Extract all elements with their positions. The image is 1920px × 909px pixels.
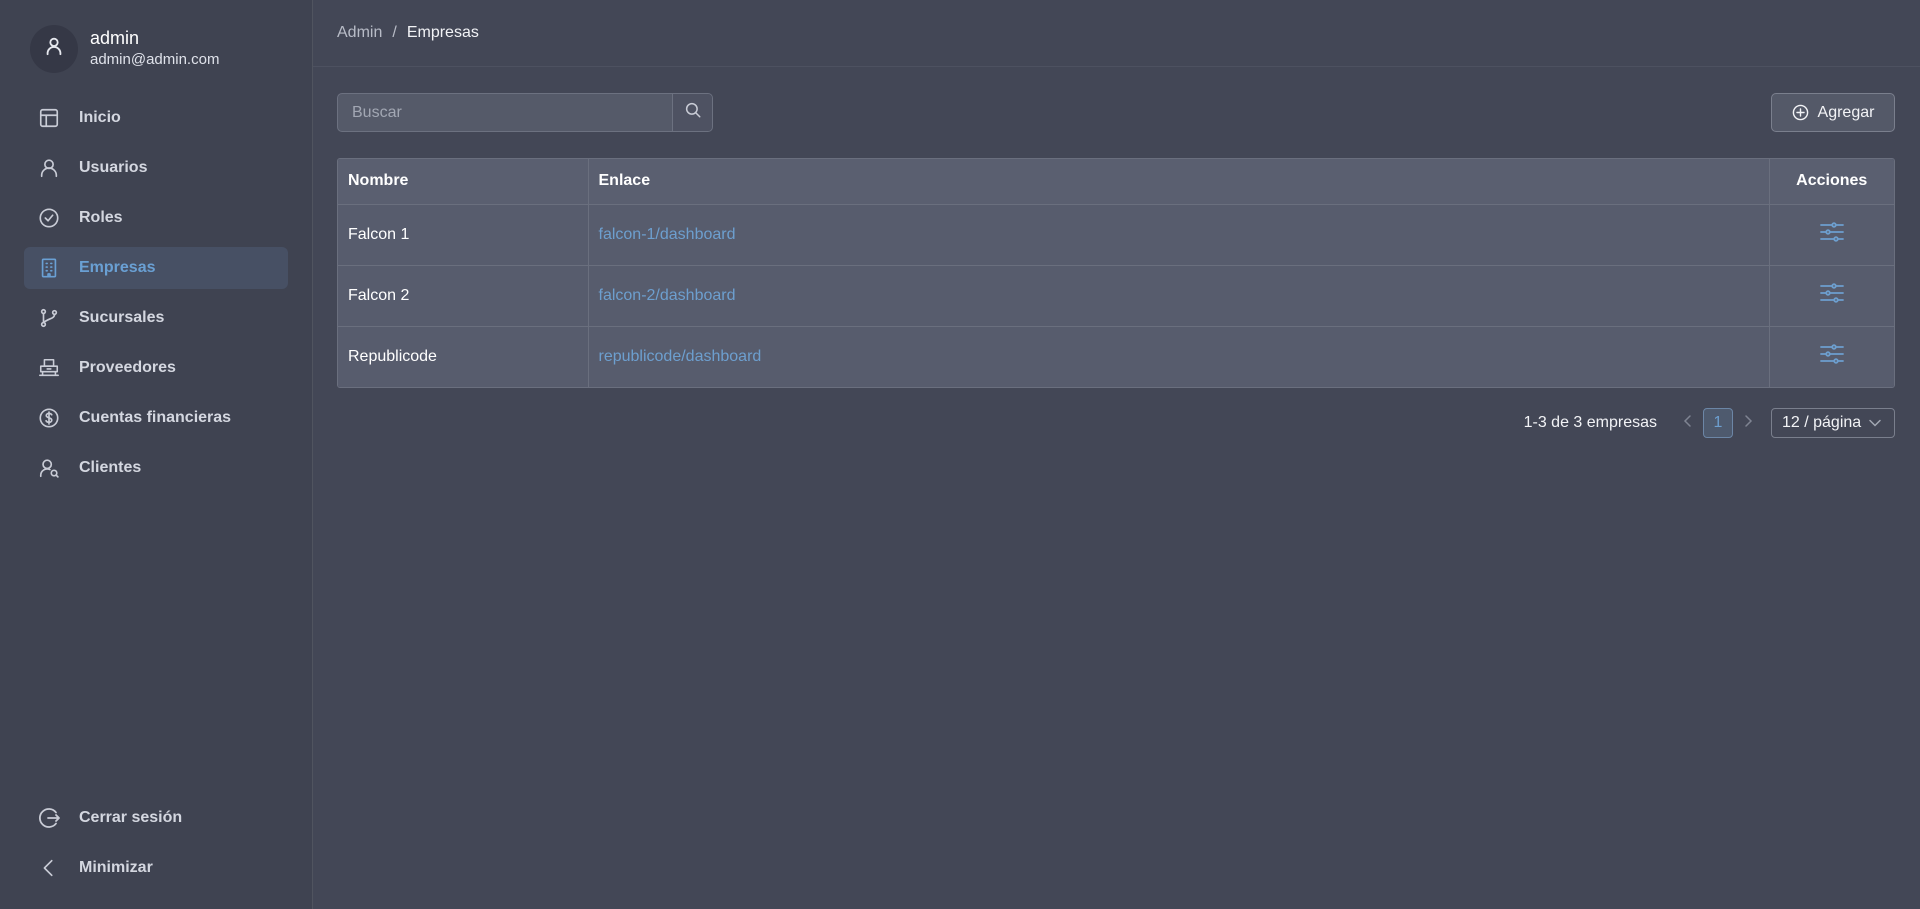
- sidebar-item-sucursales[interactable]: Sucursales: [24, 297, 288, 339]
- companies-table: Nombre Enlace Acciones Falcon 1 falcon-1…: [337, 158, 1895, 388]
- user-email: admin@admin.com: [90, 51, 220, 68]
- page-button-current[interactable]: 1: [1703, 408, 1733, 438]
- sidebar-item-usuarios[interactable]: Usuarios: [24, 147, 288, 189]
- git-branch-icon: [37, 306, 61, 330]
- minimize-button[interactable]: Minimizar: [24, 847, 288, 889]
- sidebar-item-label: Roles: [79, 209, 123, 226]
- search-input[interactable]: [338, 94, 673, 131]
- cell-nombre: Falcon 2: [338, 264, 589, 326]
- cell-nombre: Republicode: [338, 325, 589, 387]
- cell-enlace-link[interactable]: falcon-2/dashboard: [588, 264, 1770, 326]
- chevron-left-icon: [37, 856, 61, 880]
- next-page-button[interactable]: [1737, 414, 1759, 433]
- cell-enlace-link[interactable]: falcon-1/dashboard: [588, 203, 1770, 265]
- prev-page-button[interactable]: [1677, 414, 1699, 433]
- pagination-summary: 1-3 de 3 empresas: [1523, 414, 1657, 431]
- table-row: Republicode republicode/dashboard: [338, 325, 1894, 387]
- cell-acciones: [1769, 325, 1894, 387]
- add-button-label: Agregar: [1817, 103, 1875, 121]
- user-icon: [43, 35, 65, 62]
- cell-acciones: [1769, 203, 1894, 265]
- logout-icon: [37, 806, 61, 830]
- breadcrumb-separator: /: [392, 24, 397, 41]
- sidebar-bottom: Cerrar sesión Minimizar: [0, 797, 312, 897]
- column-header-nombre[interactable]: Nombre: [338, 159, 589, 204]
- sidebar-item-roles[interactable]: Roles: [24, 197, 288, 239]
- breadcrumb-root[interactable]: Admin: [337, 24, 382, 42]
- column-header-acciones: Acciones: [1769, 159, 1894, 204]
- table-row: Falcon 1 falcon-1/dashboard: [338, 203, 1894, 265]
- cell-nombre: Falcon 1: [338, 203, 589, 265]
- sidebar-item-label: Inicio: [79, 109, 121, 126]
- sidebar-item-label: Empresas: [79, 259, 156, 276]
- cell-acciones: [1769, 264, 1894, 326]
- page-size-select[interactable]: 12 / página: [1771, 408, 1895, 438]
- breadcrumb: Admin / Empresas: [313, 0, 1920, 67]
- user-profile: admin admin@admin.com: [0, 0, 312, 73]
- chevron-left-icon: [1683, 414, 1691, 427]
- search-box: [337, 93, 713, 132]
- chevron-down-icon: [1869, 419, 1881, 427]
- building-icon: [37, 256, 61, 280]
- user-icon: [37, 156, 61, 180]
- clients-icon: [37, 456, 61, 480]
- sidebar: admin admin@admin.com Inicio Usuarios Ro…: [0, 0, 313, 909]
- column-header-enlace[interactable]: Enlace: [588, 159, 1770, 204]
- sidebar-item-cuentas-financieras[interactable]: Cuentas financieras: [24, 397, 288, 439]
- settings-sliders-icon[interactable]: [1819, 343, 1845, 365]
- breadcrumb-current: Empresas: [406, 24, 479, 41]
- main-content: Admin / Empresas Agregar: [313, 0, 1920, 909]
- sidebar-item-clientes[interactable]: Clientes: [24, 447, 288, 489]
- table-header-row: Nombre Enlace Acciones: [338, 159, 1894, 204]
- sidebar-item-label: Proveedores: [79, 359, 176, 376]
- sidebar-item-label: Cuentas financieras: [79, 409, 232, 426]
- cell-enlace-link[interactable]: republicode/dashboard: [588, 325, 1770, 387]
- logout-label: Cerrar sesión: [79, 809, 183, 826]
- page-size-value: 12 / página: [1782, 414, 1862, 431]
- logout-button[interactable]: Cerrar sesión: [24, 797, 288, 839]
- sidebar-item-label: Usuarios: [79, 159, 148, 176]
- toolbar: Agregar: [337, 93, 1895, 132]
- settings-sliders-icon[interactable]: [1819, 221, 1845, 243]
- minimize-label: Minimizar: [79, 859, 153, 876]
- layout-icon: [37, 106, 61, 130]
- sidebar-item-label: Clientes: [79, 459, 142, 476]
- supplier-icon: [37, 356, 61, 380]
- sidebar-item-empresas[interactable]: Empresas: [24, 247, 288, 289]
- search-button[interactable]: [672, 94, 712, 131]
- add-button[interactable]: Agregar: [1771, 93, 1895, 132]
- table-row: Falcon 2 falcon-2/dashboard: [338, 264, 1894, 326]
- check-circle-icon: [37, 206, 61, 230]
- search-icon: [684, 101, 702, 124]
- sidebar-item-label: Sucursales: [79, 309, 165, 326]
- sidebar-nav: Inicio Usuarios Roles Empresas Sucursale…: [0, 97, 312, 497]
- chevron-right-icon: [1745, 414, 1753, 427]
- avatar[interactable]: [30, 24, 78, 73]
- settings-sliders-icon[interactable]: [1819, 282, 1845, 304]
- pagination: 1-3 de 3 empresas 1 12 / página: [1524, 408, 1895, 438]
- sidebar-item-proveedores[interactable]: Proveedores: [24, 347, 288, 389]
- sidebar-item-inicio[interactable]: Inicio: [24, 97, 288, 139]
- plus-circle-icon: [1792, 104, 1809, 121]
- user-name: admin: [90, 28, 140, 48]
- dollar-circle-icon: [37, 406, 61, 430]
